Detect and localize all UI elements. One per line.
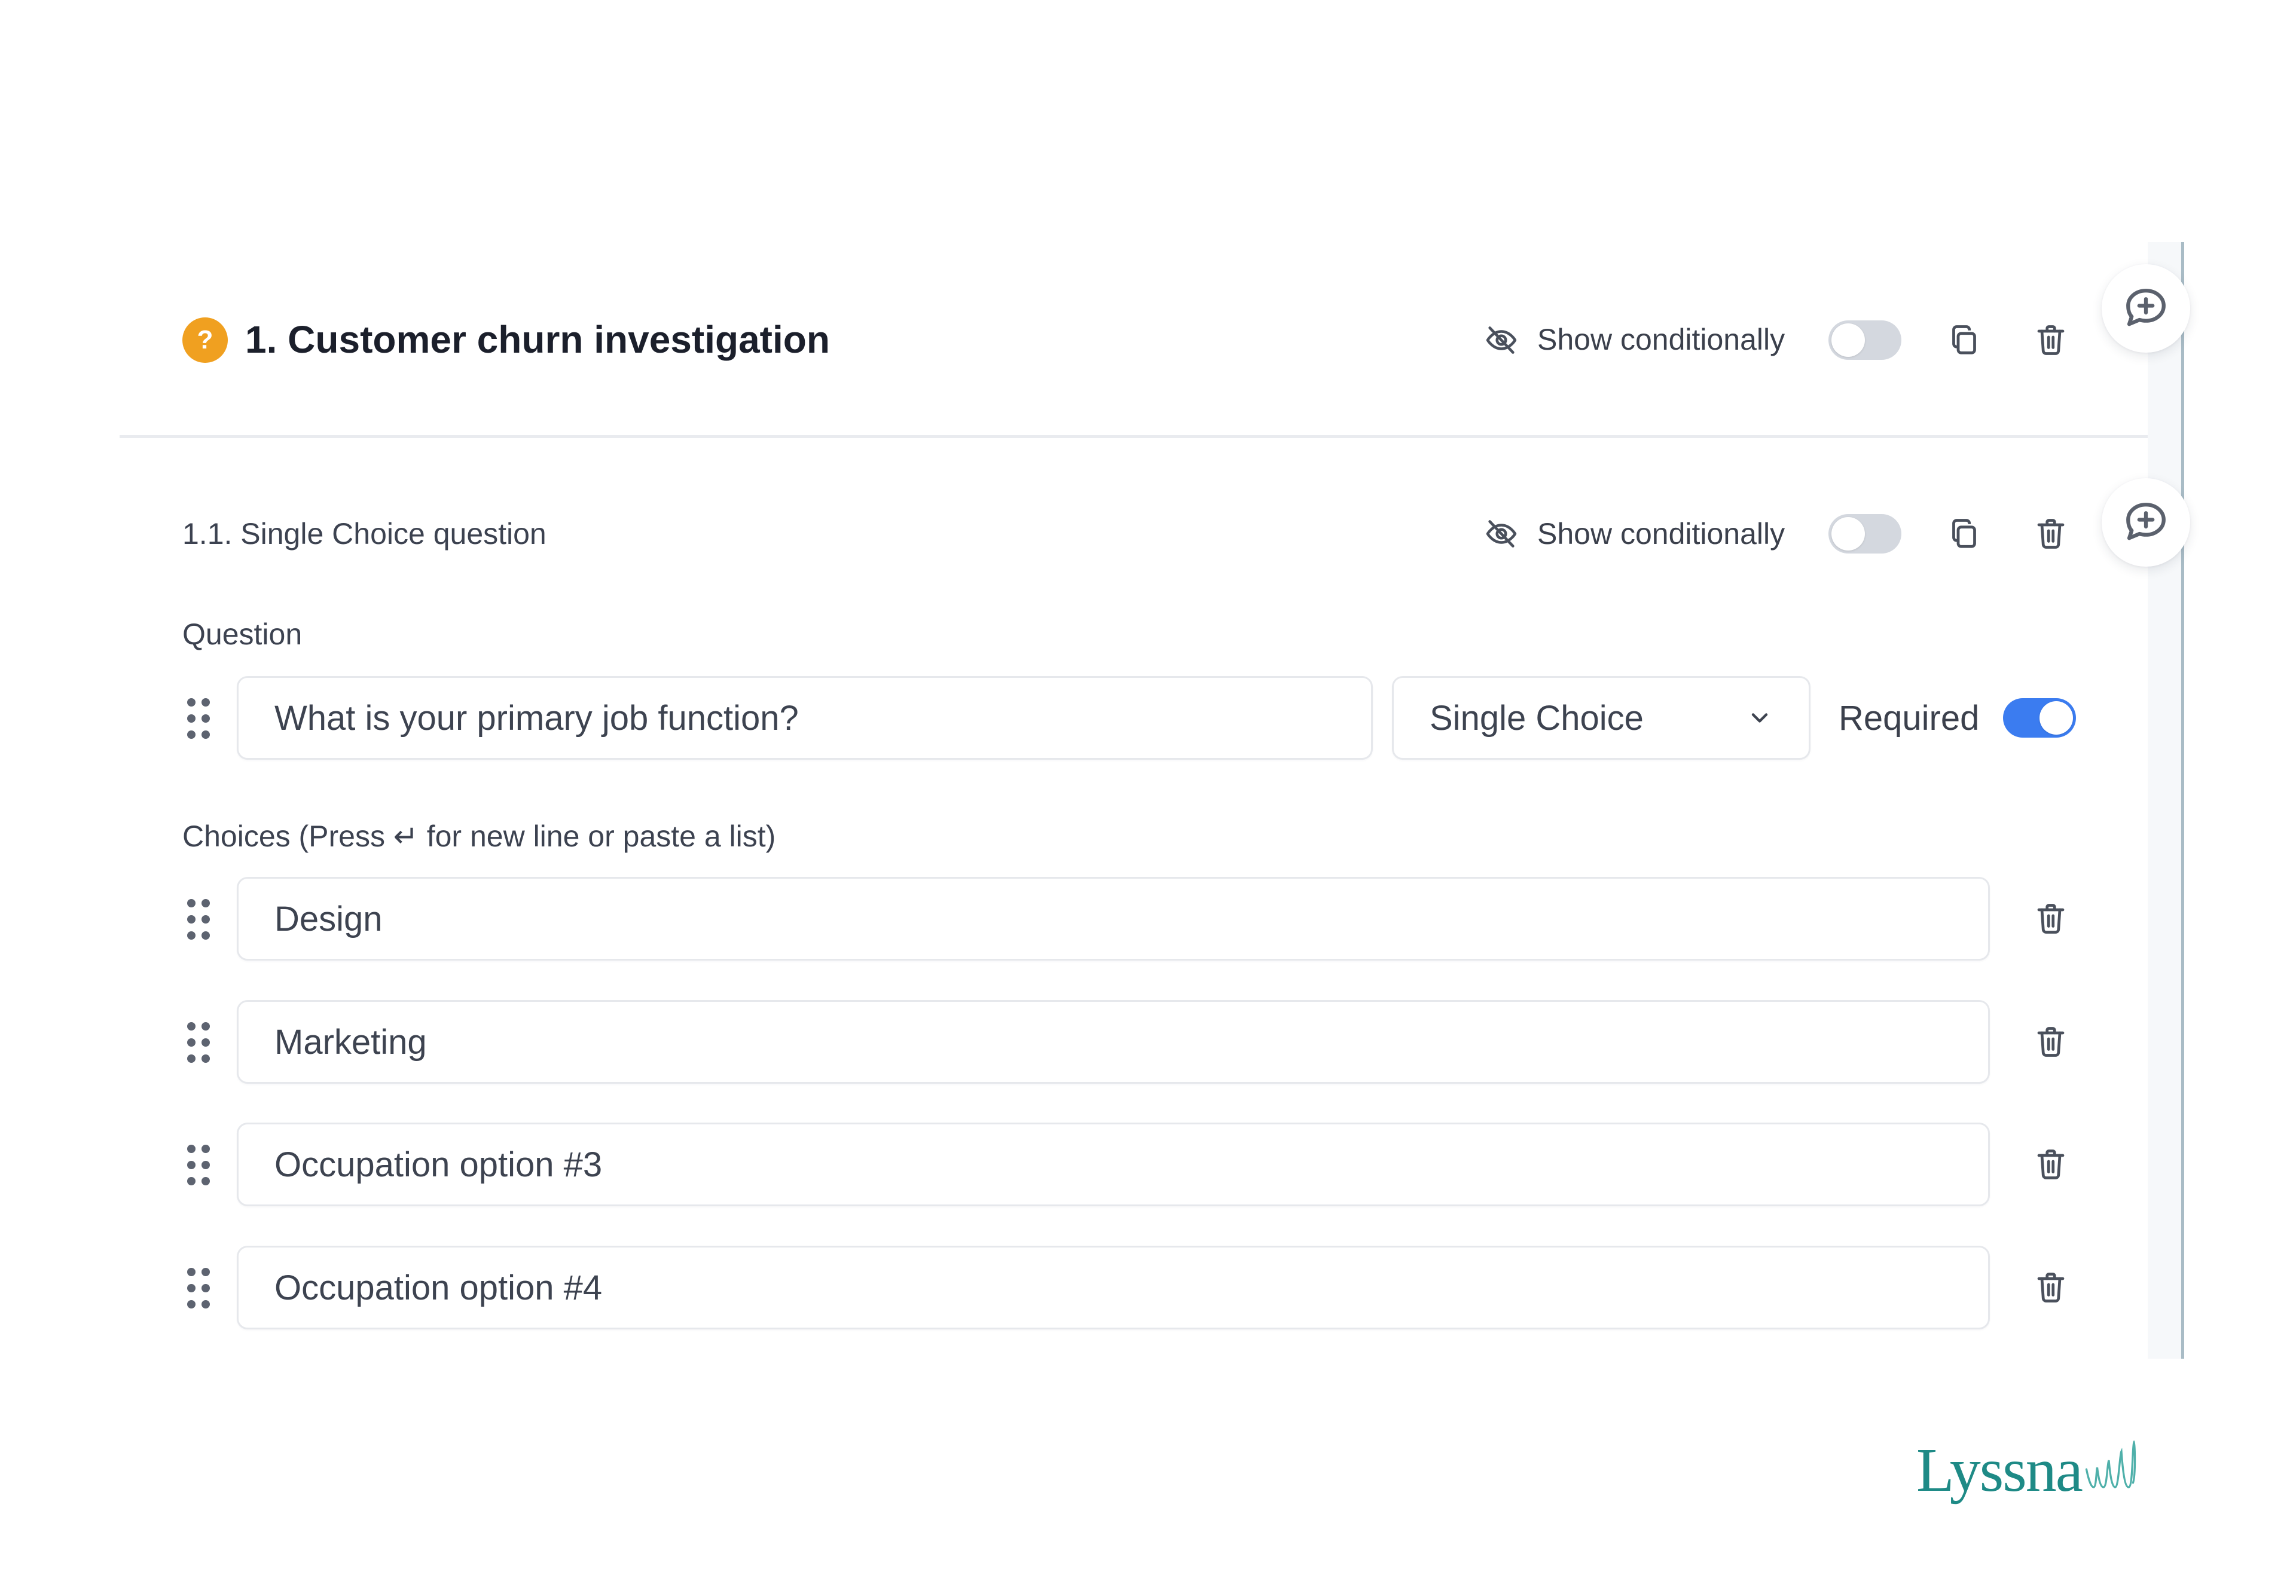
delete-choice-button[interactable] bbox=[2030, 1021, 2072, 1063]
add-section-comment-button[interactable] bbox=[2102, 264, 2190, 353]
delete-question-button[interactable] bbox=[2030, 513, 2072, 555]
question-section-badge: ? bbox=[182, 317, 228, 363]
delete-choice-button[interactable] bbox=[2030, 1267, 2072, 1308]
question-type-select[interactable]: Single Choice bbox=[1392, 676, 1810, 760]
toggle-knob bbox=[2039, 701, 2073, 735]
choices-label: Choices (Press ↵ for new line or paste a… bbox=[182, 818, 775, 855]
drag-handle-icon[interactable] bbox=[187, 1145, 213, 1185]
question-text-input[interactable]: What is your primary job function? bbox=[237, 676, 1373, 760]
section-show-conditionally-toggle[interactable] bbox=[1828, 320, 1901, 360]
drag-handle-icon[interactable] bbox=[187, 1268, 213, 1308]
duplicate-section-button[interactable] bbox=[1943, 319, 1985, 361]
message-plus-icon bbox=[2126, 289, 2166, 326]
drag-handle-icon[interactable] bbox=[187, 899, 213, 940]
section-title: 1. Customer churn investigation bbox=[245, 318, 830, 361]
logo-scribble-icon bbox=[2085, 1439, 2136, 1488]
toggle-knob bbox=[1831, 323, 1865, 357]
toggle-knob bbox=[1831, 517, 1865, 551]
show-conditionally-label: Show conditionally bbox=[1537, 517, 1785, 551]
message-plus-icon bbox=[2126, 503, 2166, 540]
trash-icon bbox=[2037, 1149, 2065, 1179]
choice-input[interactable]: Design bbox=[237, 877, 1990, 961]
required-label: Required bbox=[1839, 699, 1980, 738]
copy-icon bbox=[1952, 325, 1976, 354]
drag-handle-icon[interactable] bbox=[187, 1022, 213, 1063]
choices-label-prefix: Choices (Press bbox=[182, 820, 385, 853]
section-divider bbox=[120, 435, 2148, 438]
duplicate-question-button[interactable] bbox=[1943, 513, 1985, 555]
choice-input[interactable]: Occupation option #4 bbox=[237, 1246, 1990, 1329]
eye-off-icon bbox=[1482, 320, 1521, 360]
logo-text: Lyssna bbox=[1916, 1436, 2083, 1505]
question-show-conditionally-toggle[interactable] bbox=[1828, 514, 1901, 554]
copy-icon bbox=[1952, 519, 1976, 548]
question-title: 1.1. Single Choice question bbox=[182, 517, 546, 551]
question-type-selected: Single Choice bbox=[1430, 698, 1644, 738]
choice-input[interactable]: Marketing bbox=[237, 1000, 1990, 1084]
trash-icon bbox=[2037, 519, 2065, 549]
delete-section-button[interactable] bbox=[2030, 319, 2072, 361]
trash-icon bbox=[2037, 1273, 2065, 1303]
delete-choice-button[interactable] bbox=[2030, 1144, 2072, 1185]
drag-handle-icon[interactable] bbox=[187, 698, 213, 739]
eye-off-icon bbox=[1482, 514, 1521, 554]
choice-input[interactable]: Occupation option #3 bbox=[237, 1123, 1990, 1206]
trash-icon bbox=[2037, 904, 2065, 934]
question-field-label: Question bbox=[182, 617, 303, 651]
return-key-icon: ↵ bbox=[393, 820, 419, 853]
add-question-comment-button[interactable] bbox=[2102, 478, 2190, 567]
trash-icon bbox=[2037, 1027, 2065, 1057]
choices-label-suffix: for new line or paste a list) bbox=[426, 820, 776, 853]
trash-icon bbox=[2037, 325, 2065, 355]
show-conditionally-label: Show conditionally bbox=[1537, 323, 1785, 356]
required-toggle[interactable] bbox=[2003, 698, 2076, 738]
lyssna-logo: Lyssna bbox=[1916, 1438, 2138, 1503]
delete-choice-button[interactable] bbox=[2030, 898, 2072, 940]
rail-border bbox=[2181, 242, 2184, 1359]
right-rail bbox=[2148, 242, 2182, 1359]
chevron-down-icon bbox=[1751, 713, 1768, 723]
